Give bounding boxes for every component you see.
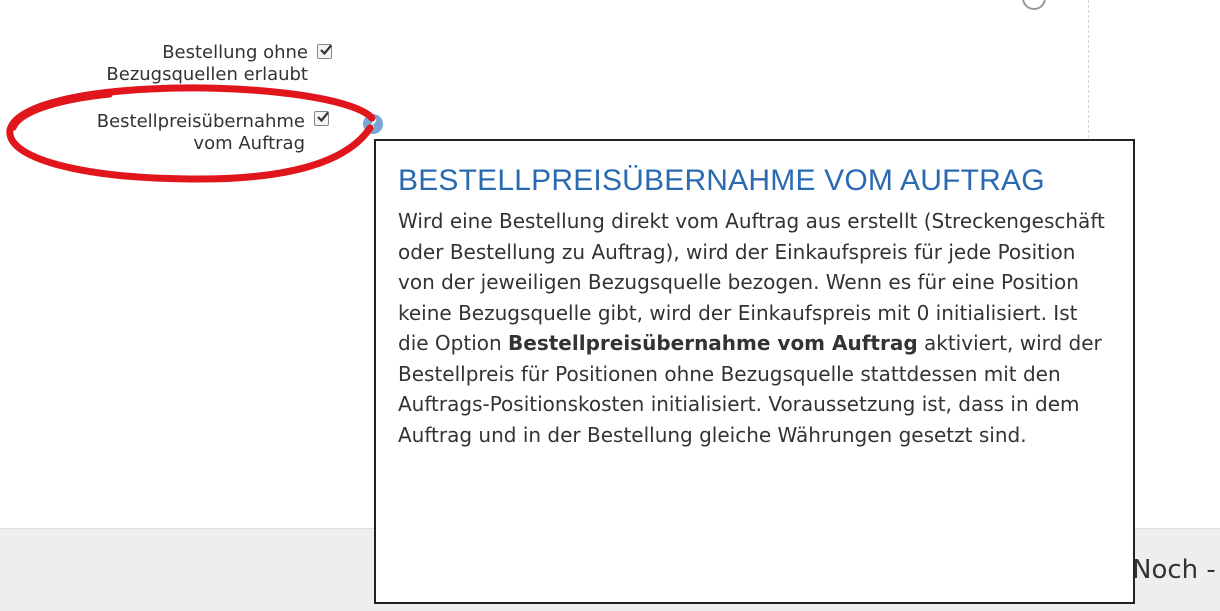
help-tooltip: BESTELLPREISÜBERNAHME VOM AUFTRAG Wird e…	[374, 139, 1135, 604]
price-transfer-label: Bestellpreisübernahme vom Auftrag	[0, 111, 305, 155]
label-line-2: Bezugsquellen erlaubt	[106, 64, 308, 85]
tooltip-title: BESTELLPREISÜBERNAHME VOM AUFTRAG	[398, 164, 1045, 197]
question-icon[interactable]: ?	[363, 114, 383, 134]
circle-icon[interactable]	[1022, 0, 1046, 10]
price-transfer-checkbox[interactable]	[314, 111, 329, 126]
order-without-sources-label: Bestellung ohne Bezugsquellen erlaubt	[0, 42, 308, 86]
label-line-2: vom Auftrag	[193, 133, 305, 154]
checkmark-icon	[320, 44, 332, 56]
label-line-1: Bestellpreisübernahme	[96, 111, 305, 132]
checkmark-icon	[317, 111, 329, 123]
tooltip-body-option-name: Bestellpreisübernahme vom Auftrag	[508, 331, 918, 355]
order-without-sources-checkbox[interactable]	[317, 44, 332, 59]
footer-partial-text[interactable]: Noch -	[1132, 555, 1216, 585]
tooltip-body: Wird eine Bestellung direkt vom Auftrag …	[398, 206, 1111, 450]
label-line-1: Bestellung ohne	[162, 42, 308, 63]
